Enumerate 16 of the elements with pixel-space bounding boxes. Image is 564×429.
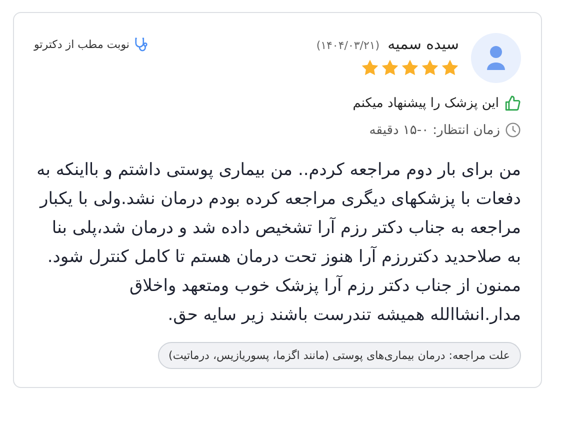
- star-icon: [401, 59, 419, 76]
- recommendation-text: این پزشک را پیشنهاد میکنم: [352, 96, 499, 111]
- thumbs-up-icon: [504, 95, 521, 112]
- clock-icon: [505, 122, 521, 138]
- review-text: من برای بار دوم مراجعه کردم.. من بیماری پوستی داشتم و بااینکه به دفعات با پزشکهای دیگری مراجعه کرده بودم درمان نشد.ولی با یکبار مراجعه به جناب دکتر رزم آرا تشخیص داده شد و درمان شد،پلی بنا به صلاحدید دکتررزم آرا هنوز تحت درمان هستم تا کامل کنترل شود. ممنون از جناب دکتر رزم آرا پزشک خوب ومتعهد واخلاق مدار.انشاالله همیشه تندرست باشند زیر سایه حق.: [36, 159, 521, 327]
- star-icon: [381, 59, 399, 76]
- review-date: (۱۴۰۴/۰۳/۲۱): [316, 39, 380, 52]
- star-icon: [421, 59, 439, 76]
- wait-time: زمان انتظار: ۰-۱۵ دقیقه: [369, 122, 500, 138]
- source-label: نوبت مطب از دکترتو: [34, 38, 130, 51]
- star-icon: [361, 59, 379, 76]
- visit-reason-tag: علت مراجعه: درمان بیماری‌های پوستی (مانند اگزما، پسوریازیس، درماتیت): [158, 342, 521, 369]
- author-name: سیده سمیه: [388, 35, 459, 53]
- stethoscope-icon: [134, 37, 150, 52]
- person-icon: [486, 45, 506, 71]
- star-icon: [441, 59, 459, 76]
